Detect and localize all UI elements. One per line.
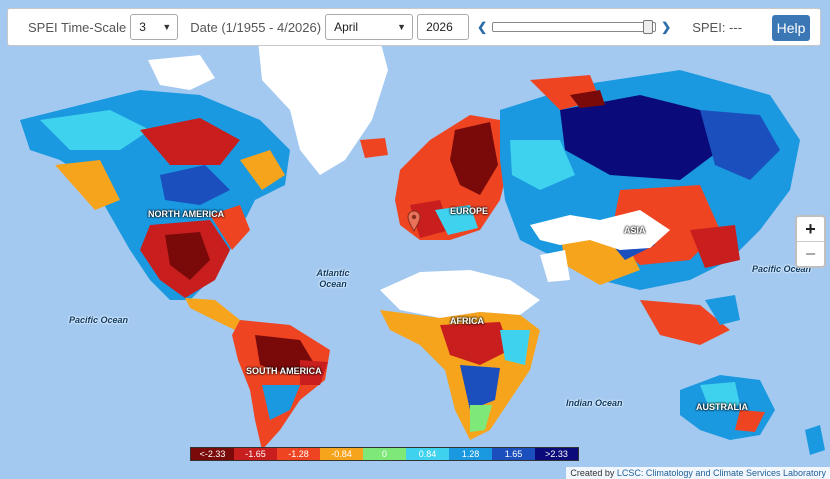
label-pacific-ocean-west: Pacific Ocean: [69, 315, 129, 325]
label-australia: AUSTRALIA: [696, 402, 748, 412]
label-europe: EUROPE: [450, 206, 489, 216]
year-value: 2026: [426, 20, 453, 34]
date-slider[interactable]: [492, 20, 657, 34]
zoom-out-button[interactable]: −: [797, 241, 824, 266]
attribution-prefix: Created by: [570, 468, 615, 478]
label-africa: AFRICA: [450, 316, 484, 326]
legend-swatch: -0.84: [320, 448, 363, 460]
next-date-button[interactable]: ❯: [661, 20, 671, 34]
legend-swatch: 0.84: [406, 448, 449, 460]
timescale-value: 3: [139, 20, 146, 34]
legend-swatch: >2.33: [535, 448, 578, 460]
spei-color-legend: <-2.33 -1.65 -1.28 -0.84 0 0.84 1.28 1.65 >2.33: [190, 447, 579, 461]
legend-swatch: <-2.33: [191, 448, 234, 460]
location-pin-icon[interactable]: [407, 210, 421, 237]
label-asia: ASIA: [624, 225, 646, 235]
attribution-link[interactable]: LCSC: Climatology and Climate Services L…: [617, 468, 826, 478]
spei-value-readout: SPEI: ---: [692, 19, 743, 35]
legend-swatch: 1.28: [449, 448, 492, 460]
month-value: April: [334, 20, 359, 34]
prev-date-button[interactable]: ❮: [477, 20, 487, 34]
month-select[interactable]: April ▼: [325, 14, 414, 40]
label-atlantic-ocean: Atlantic Ocean: [316, 268, 350, 289]
chevron-down-icon: ▼: [162, 22, 172, 32]
help-button[interactable]: Help: [772, 15, 810, 41]
zoom-control: + −: [795, 215, 826, 268]
label-indian-ocean: Indian Ocean: [566, 398, 623, 408]
control-toolbar: SPEI Time-Scale 3 ▼ Date (1/1955 - 4/202…: [7, 8, 821, 46]
year-input[interactable]: 2026: [417, 14, 470, 40]
zoom-in-button[interactable]: +: [797, 217, 824, 241]
date-range-label: Date (1/1955 - 4/2026): [190, 19, 322, 35]
chevron-down-icon: ▼: [397, 22, 407, 32]
attribution: Created by LCSC: Climatology and Climate…: [566, 467, 830, 479]
date-slider-handle[interactable]: [643, 20, 654, 34]
timescale-label: SPEI Time-Scale: [28, 19, 127, 35]
timescale-select[interactable]: 3 ▼: [130, 14, 179, 40]
legend-swatch: -1.28: [277, 448, 320, 460]
legend-swatch: 0: [363, 448, 406, 460]
label-south-america: SOUTH AMERICA: [246, 366, 322, 376]
legend-swatch: 1.65: [492, 448, 535, 460]
legend-swatch: -1.65: [234, 448, 277, 460]
label-north-america: NORTH AMERICA: [148, 209, 225, 219]
